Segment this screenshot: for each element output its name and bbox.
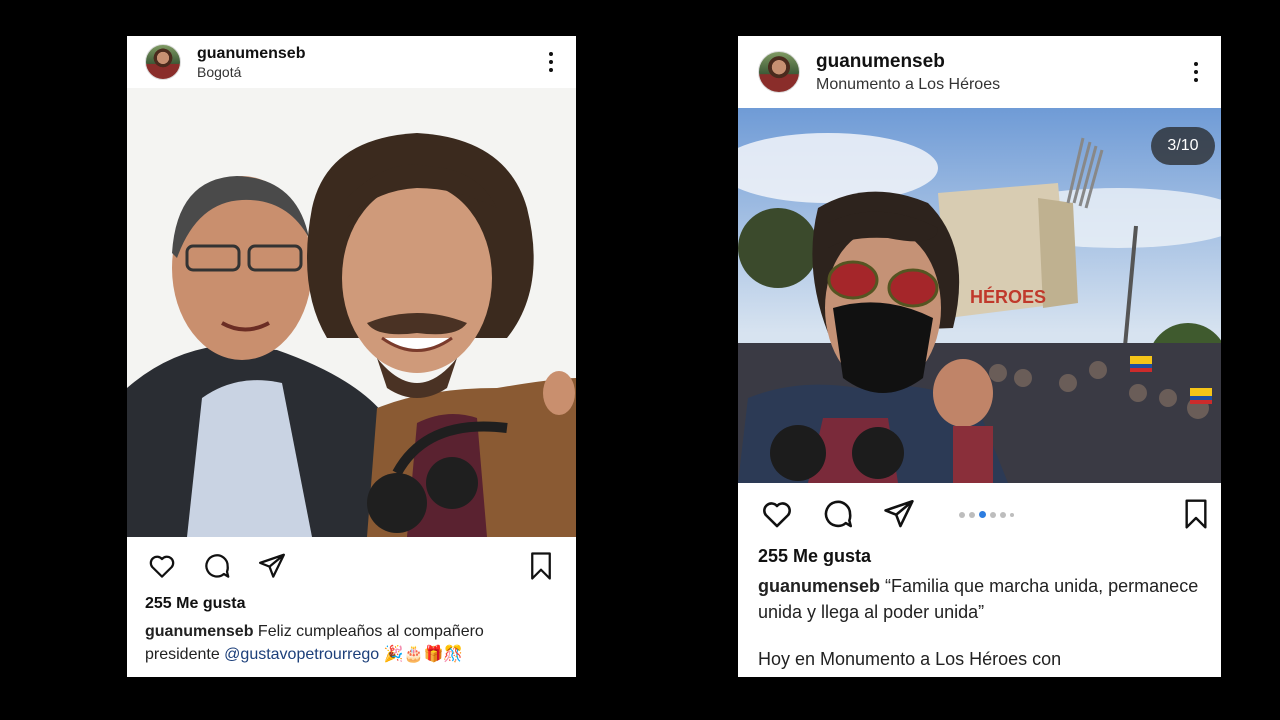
bookmark-icon[interactable] <box>1181 498 1211 530</box>
location-link[interactable]: Monumento a Los Héroes <box>816 76 1000 94</box>
comment-icon[interactable] <box>202 551 232 581</box>
caption-username[interactable]: guanumenseb <box>145 623 253 640</box>
username-link[interactable]: guanumenseb <box>197 45 305 63</box>
more-options-icon[interactable] <box>1193 62 1199 82</box>
post-caption: guanumenseb “Familia que marcha unida, p… <box>758 573 1208 625</box>
svg-text:HÉROES: HÉROES <box>970 286 1046 307</box>
heart-icon[interactable] <box>760 497 794 531</box>
heart-icon[interactable] <box>147 551 177 581</box>
carousel-dot <box>1010 512 1014 517</box>
share-icon[interactable] <box>882 497 916 531</box>
carousel-dot <box>969 511 975 518</box>
caption-emojis: 🎉🎂🎁🎊 <box>383 646 464 663</box>
instagram-post-1: guanumenseb Bogotá 255 Me gusta guanumen… <box>127 36 576 677</box>
post-header: guanumenseb Bogotá <box>127 36 576 88</box>
carousel-dots <box>959 511 1014 518</box>
post-photo[interactable] <box>127 88 576 537</box>
carousel-counter: 3/10 <box>1151 127 1215 165</box>
carousel-dot <box>1000 511 1006 518</box>
bookmark-icon[interactable] <box>528 551 554 581</box>
caption-more-text: Hoy en Monumento a Los Héroes con <box>758 649 1062 669</box>
location-link[interactable]: Bogotá <box>197 64 305 80</box>
post-photo[interactable]: HÉROES 3/10 <box>738 108 1221 483</box>
share-icon[interactable] <box>257 551 287 581</box>
comment-icon[interactable] <box>821 497 855 531</box>
caption-username[interactable]: guanumenseb <box>758 576 880 596</box>
post-caption: guanumenseb Feliz cumpleaños al compañer… <box>145 620 565 666</box>
user-avatar[interactable] <box>758 51 800 93</box>
likes-count[interactable]: 255 Me gusta <box>758 546 871 567</box>
photo-selfie-monument: HÉROES <box>738 108 1221 483</box>
carousel-dot-active <box>979 511 986 518</box>
photo-two-men-selfie <box>127 88 576 537</box>
instagram-post-2: guanumenseb Monumento a Los Héroes HÉROE… <box>738 36 1221 677</box>
post-header: guanumenseb Monumento a Los Héroes <box>738 36 1221 108</box>
post-actions <box>738 494 1221 534</box>
mention-link[interactable]: @gustavopetrourrego <box>224 646 379 663</box>
likes-count[interactable]: 255 Me gusta <box>145 595 245 613</box>
carousel-dot <box>959 511 965 518</box>
user-avatar[interactable] <box>145 44 181 80</box>
caption-text: Feliz cumpleaños al compañero <box>257 623 484 640</box>
caption-text-line2: presidente <box>145 646 220 663</box>
post-actions <box>127 546 576 586</box>
more-options-icon[interactable] <box>548 52 554 72</box>
carousel-dot <box>990 511 996 518</box>
username-link[interactable]: guanumenseb <box>816 51 1000 73</box>
